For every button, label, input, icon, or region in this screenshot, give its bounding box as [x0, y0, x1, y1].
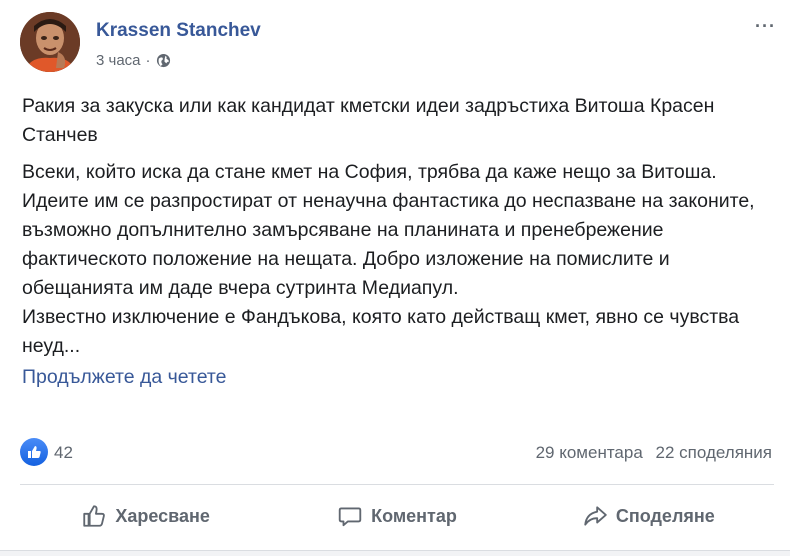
- comment-button[interactable]: Коментар: [271, 494, 522, 538]
- avatar-image: [20, 12, 80, 72]
- post-title: Ракия за закуска или как кандидат кметск…: [22, 95, 715, 146]
- more-options-button[interactable]: ···: [755, 16, 776, 37]
- like-button[interactable]: Харесване: [20, 494, 271, 538]
- post-stats: 42 29 коментара 22 споделяния: [20, 438, 780, 466]
- meta-separator: ·: [145, 52, 151, 69]
- share-count[interactable]: 22 споделяния: [656, 443, 772, 462]
- share-icon: [584, 506, 607, 526]
- author-name[interactable]: Krassen Stanchev: [96, 20, 261, 42]
- post-timestamp[interactable]: 3 часа: [96, 52, 141, 69]
- comment-icon: [338, 507, 362, 527]
- post-body-paragraph-2: Известно изключение е Фандъкова, която к…: [22, 306, 740, 357]
- like-button-label: Харесване: [115, 505, 210, 526]
- avatar[interactable]: [20, 12, 80, 72]
- share-button-label: Споделяне: [615, 505, 715, 526]
- engagement-counts: 29 коментара 22 споделяния: [528, 443, 772, 463]
- divider: [20, 484, 774, 485]
- post-content: Ракия за закуска или как кандидат кметск…: [22, 92, 772, 392]
- like-count[interactable]: 42: [54, 443, 73, 463]
- thumbs-up-icon: [83, 505, 106, 527]
- action-bar: Харесване Коментар Споделяне: [20, 494, 774, 538]
- globe-icon: [156, 53, 171, 68]
- comment-button-label: Коментар: [371, 505, 457, 526]
- facebook-post: Krassen Stanchev 3 часа · ··· Ракия за з…: [0, 0, 790, 556]
- comment-count[interactable]: 29 коментара: [536, 443, 643, 462]
- post-bottom-border: [0, 550, 790, 556]
- see-more-link[interactable]: Продължете да четете: [22, 363, 772, 392]
- post-header: Krassen Stanchev 3 часа · ···: [20, 12, 780, 82]
- post-meta: 3 часа ·: [96, 52, 171, 69]
- like-reaction-icon[interactable]: [20, 438, 48, 466]
- post-body-paragraph-1: Всеки, който иска да стане кмет на София…: [22, 161, 755, 299]
- share-button[interactable]: Споделяне: [523, 494, 774, 538]
